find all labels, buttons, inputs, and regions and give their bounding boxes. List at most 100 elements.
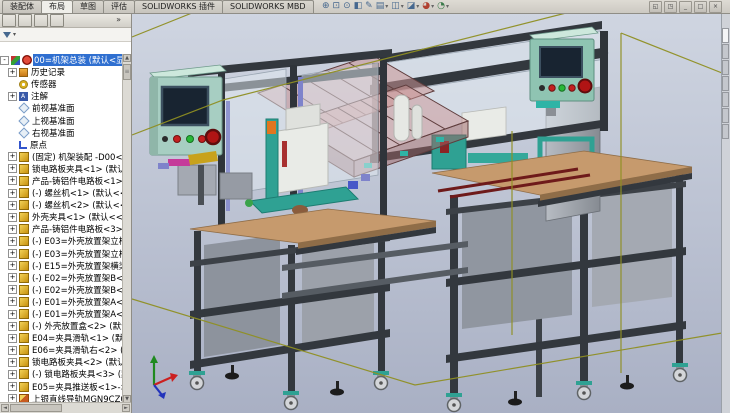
- solidworks-window: 装配体布局草图评估SOLIDWORKS 插件SOLIDWORKS MBD ⊕⊡⊙…: [0, 0, 730, 413]
- expander-icon[interactable]: [8, 297, 17, 306]
- filter-icon[interactable]: [3, 32, 11, 38]
- tree-item-label: 注解: [30, 90, 49, 102]
- tree-item[interactable]: 传感器: [0, 78, 123, 90]
- tree-item[interactable]: (-) 螺丝机<2> (默认<<: [0, 199, 123, 211]
- tree-item[interactable]: (-) E01=外壳放置架A<2: [0, 308, 123, 320]
- expander-icon[interactable]: [8, 152, 17, 161]
- scroll-left-icon[interactable]: [1, 404, 9, 412]
- command-tab[interactable]: 评估: [103, 0, 135, 13]
- expander-icon[interactable]: [8, 225, 17, 234]
- expander-icon[interactable]: [8, 189, 17, 198]
- expander-icon[interactable]: [8, 261, 17, 270]
- expander-icon[interactable]: [8, 213, 17, 222]
- tree-item[interactable]: (-) E15=外壳放置架横梁: [0, 260, 123, 272]
- expander-icon[interactable]: [8, 249, 17, 258]
- tree-item[interactable]: E04=夹具滑轨<1> (默认: [0, 332, 123, 344]
- component-icon: [19, 285, 29, 295]
- expander-icon[interactable]: [8, 237, 17, 246]
- scroll-right-icon[interactable]: [122, 404, 130, 412]
- component-icon: [19, 212, 29, 222]
- tree-item-label: (-) E01=外壳放置架A<2: [31, 308, 123, 320]
- dropdown-caret: ▾: [446, 3, 449, 10]
- component-icon: [19, 297, 29, 307]
- tree-item[interactable]: 历史记录: [0, 66, 123, 78]
- history-icon: [19, 68, 28, 77]
- filter-dropdown-caret[interactable]: ▾: [13, 31, 16, 38]
- tree-item[interactable]: 外壳夹具<1> (默认<<显: [0, 211, 123, 223]
- scroll-thumb[interactable]: [123, 64, 131, 80]
- tree-item-label: 右视基准面: [31, 127, 76, 139]
- toolbar-overflow-icon[interactable]: [116, 13, 121, 27]
- tree-item[interactable]: (-) E03=外壳放置架立柱: [0, 235, 123, 247]
- expander-icon[interactable]: [8, 164, 17, 173]
- tree-item[interactable]: 上视基准面: [0, 114, 123, 126]
- tree-item-label: (-) E15=外壳放置架横梁: [31, 260, 123, 272]
- feature-manager-panel: ▾ 00=机架总装 (默认<显 历史记录 传感器: [0, 13, 132, 413]
- expander-icon[interactable]: [8, 346, 17, 355]
- tree-item[interactable]: E05=夹具推送板<1>->: [0, 381, 123, 393]
- tree-item[interactable]: (-) E02=外壳放置架B<1: [0, 272, 123, 284]
- expander-icon[interactable]: [8, 370, 17, 379]
- plane-icon: [18, 103, 29, 114]
- component-icon: [19, 382, 29, 392]
- component-icon: [19, 236, 29, 246]
- scroll-thumb-horizontal[interactable]: [10, 404, 62, 412]
- tree-item-label: 传感器: [30, 78, 58, 90]
- tree-item[interactable]: (固定) 机架装配 -D00<1: [0, 151, 123, 163]
- tree-item[interactable]: 注解: [0, 90, 123, 102]
- tree-item[interactable]: 产品-铸铝件电路板<1>: [0, 175, 123, 187]
- tree-item[interactable]: 锁电路板夹具<1> (默认: [0, 163, 123, 175]
- tree-scrollbar-horizontal[interactable]: [0, 402, 131, 413]
- tree-item[interactable]: (-) 锁电路板夹具<3> (默: [0, 368, 123, 380]
- command-tabs: 装配体布局草图评估SOLIDWORKS 插件SOLIDWORKS MBD: [2, 0, 313, 13]
- expander-icon[interactable]: [8, 285, 17, 294]
- tree-item[interactable]: (-) 外壳放置盒<2> (默认: [0, 320, 123, 332]
- expander-icon[interactable]: [8, 358, 17, 367]
- tree-item[interactable]: 锁电路板夹具<2> (默认: [0, 356, 123, 368]
- tree-item-label: 前视基准面: [31, 102, 76, 114]
- tree-item-label: 历史记录: [30, 66, 66, 78]
- tree-item-label: (-) E03=外壳放置架立柱: [31, 248, 123, 260]
- expander-icon[interactable]: [8, 176, 17, 185]
- expander-icon[interactable]: [8, 273, 17, 282]
- command-tab[interactable]: 装配体: [2, 0, 42, 13]
- dropdown-caret: ▾: [385, 3, 388, 10]
- expander-icon[interactable]: [0, 56, 9, 65]
- tree-item-label: (固定) 机架装配 -D00<1: [31, 151, 123, 163]
- tree-scrollbar-vertical[interactable]: [122, 54, 131, 403]
- tree-item[interactable]: 前视基准面: [0, 102, 123, 114]
- expander-icon[interactable]: [8, 92, 17, 101]
- command-tab[interactable]: 布局: [41, 0, 73, 13]
- tree-item[interactable]: (-) E01=外壳放置架A<1: [0, 296, 123, 308]
- expander-icon[interactable]: [8, 201, 17, 210]
- command-tab[interactable]: 草图: [72, 0, 104, 13]
- expander-icon[interactable]: [8, 322, 17, 331]
- sensors-icon: [19, 80, 28, 89]
- tree-item[interactable]: (-) E03=外壳放置架立柱: [0, 248, 123, 260]
- component-icon: [19, 176, 29, 186]
- command-tab[interactable]: SOLIDWORKS MBD: [222, 0, 314, 13]
- expander-icon[interactable]: [8, 310, 17, 319]
- component-icon: [19, 357, 29, 367]
- expander-icon[interactable]: [8, 334, 17, 343]
- scroll-up-icon[interactable]: [123, 54, 131, 62]
- rebuild-icon: [22, 55, 32, 65]
- tree-item-label: 产品-铸铝件电路板<1>: [31, 175, 123, 187]
- tree-item[interactable]: 00=机架总装 (默认<显: [0, 54, 123, 66]
- tree-item[interactable]: 右视基准面: [0, 127, 123, 139]
- tree-item-label: (-) E03=外壳放置架立柱: [31, 235, 123, 247]
- expander-icon[interactable]: [8, 382, 17, 391]
- component-icon: [19, 345, 29, 355]
- graphics-viewport[interactable]: [132, 13, 722, 413]
- tree-item[interactable]: (-) 螺丝机<1> (默认<<: [0, 187, 123, 199]
- tree-item[interactable]: 产品-铸铝件电路板<3>: [0, 223, 123, 235]
- tree-item[interactable]: 原点: [0, 139, 123, 151]
- component-icon: [19, 309, 29, 319]
- tree-item[interactable]: E06=夹具滑轨右<2> (默: [0, 344, 123, 356]
- tree-filter-bar: ▾: [0, 28, 131, 42]
- tree-item-label: 外壳夹具<1> (默认<<显: [31, 211, 123, 223]
- expander-icon[interactable]: [8, 68, 17, 77]
- dropdown-caret: ▾: [416, 3, 419, 10]
- tree-item[interactable]: (-) E02=外壳放置架B<2: [0, 284, 123, 296]
- command-tab[interactable]: SOLIDWORKS 插件: [134, 0, 223, 13]
